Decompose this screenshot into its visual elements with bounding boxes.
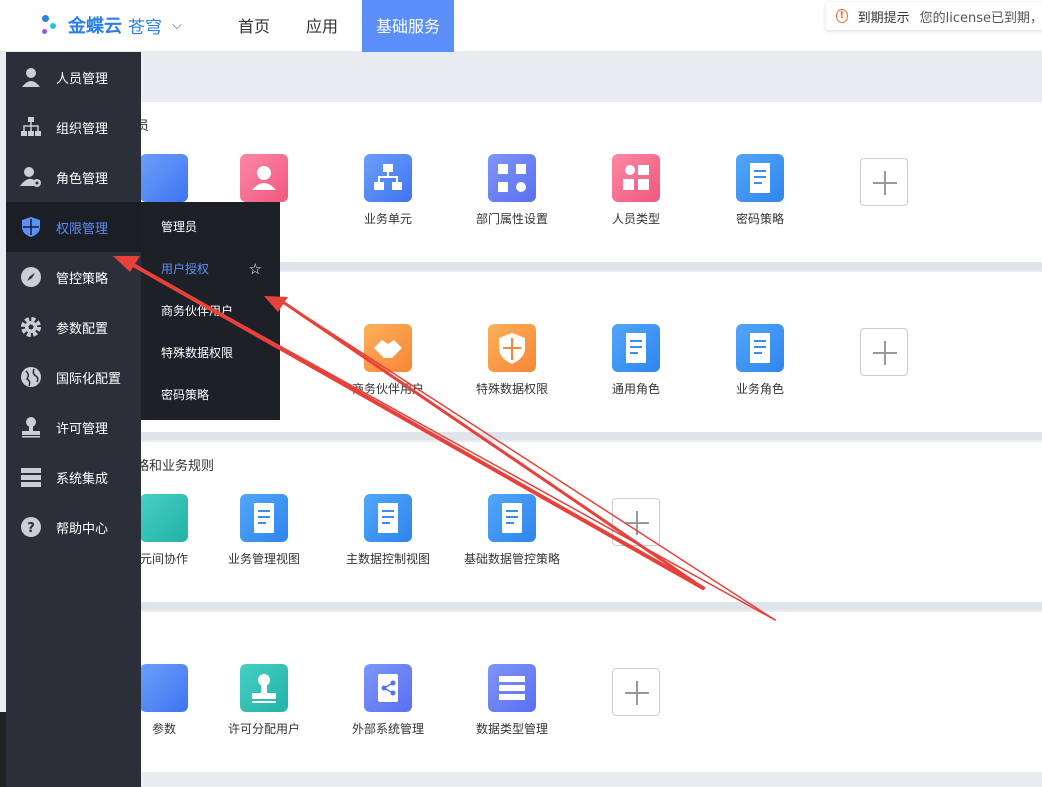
annotation-arrows <box>113 256 776 621</box>
arrowhead <box>113 256 140 272</box>
annotation-arrow <box>126 260 776 621</box>
